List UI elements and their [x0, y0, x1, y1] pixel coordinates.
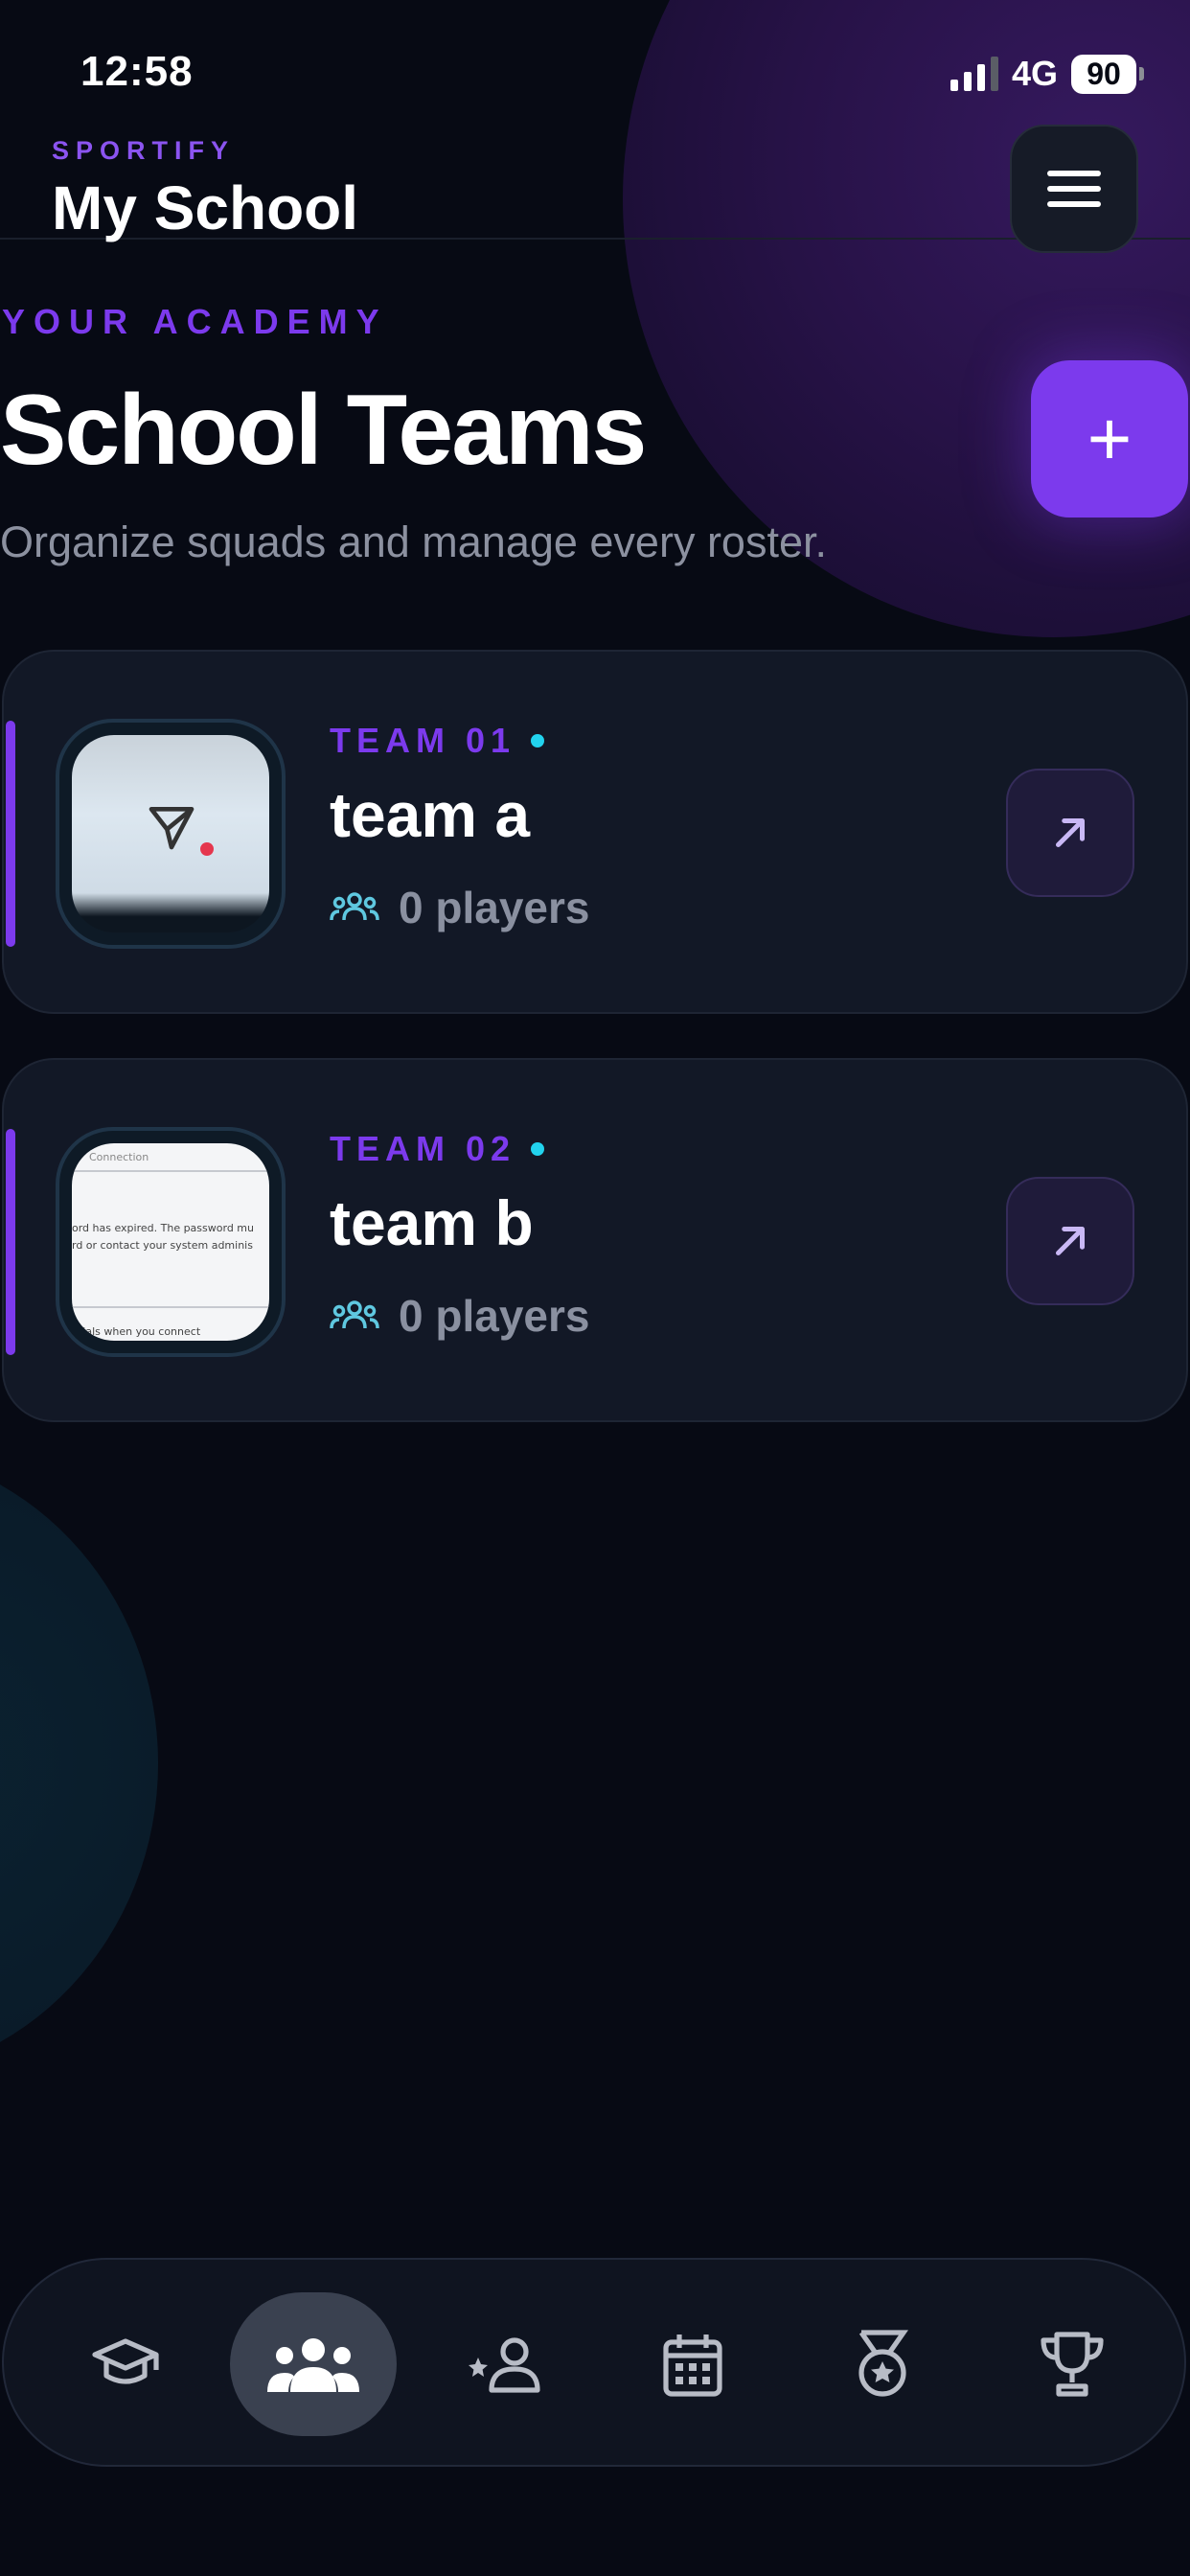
add-team-button[interactable]: +	[1031, 360, 1188, 518]
status-dot	[531, 734, 545, 748]
nav-item-players[interactable]	[433, 2292, 577, 2436]
section-eyebrow: YOUR ACADEMY	[2, 302, 388, 341]
battery-icon: 90	[1071, 54, 1144, 94]
star-person-icon	[469, 2337, 540, 2393]
team-name: team a	[330, 779, 531, 850]
card-accent-bar	[6, 721, 15, 947]
team-players: 0 players	[330, 882, 589, 933]
trophy-icon	[1041, 2332, 1104, 2397]
team-card[interactable]: Connection ord has expired. The password…	[2, 1058, 1188, 1422]
team-thumbnail-image: Connection ord has expired. The password…	[72, 1143, 269, 1341]
network-type: 4G	[1011, 54, 1058, 93]
users-icon	[330, 1300, 379, 1329]
calendar-icon	[663, 2334, 722, 2397]
arrow-up-right-icon	[1056, 818, 1085, 847]
brand-name: SPORTIFY	[52, 136, 236, 165]
signal-icon	[950, 57, 998, 91]
nav-item-academy[interactable]	[54, 2292, 197, 2436]
send-icon	[149, 807, 195, 850]
bottom-navigation	[2, 2258, 1186, 2467]
team-players: 0 players	[330, 1290, 589, 1342]
nav-item-schedule[interactable]	[621, 2292, 765, 2436]
team-thumbnail	[56, 719, 286, 949]
thumbnail-text: ord has expired. The password mu	[72, 1222, 254, 1234]
card-accent-bar	[6, 1129, 15, 1355]
app-title: My School	[52, 173, 359, 242]
thumbnail-text: rd or contact your system adminis	[72, 1239, 253, 1252]
team-number: TEAM 01	[330, 721, 545, 761]
page-title: School Teams	[0, 375, 647, 486]
team-number: TEAM 02	[330, 1129, 545, 1169]
app-header: SPORTIFY My School	[0, 125, 1190, 253]
graduation-cap-icon	[92, 2338, 159, 2384]
hamburger-menu-icon	[1047, 171, 1101, 176]
status-dot	[531, 1142, 545, 1156]
player-count: 0 players	[399, 883, 590, 932]
open-team-button[interactable]	[1006, 769, 1134, 897]
nav-item-teams[interactable]	[230, 2292, 397, 2436]
medal-icon	[858, 2330, 908, 2397]
team-name: team b	[330, 1187, 534, 1258]
arrow-up-right-icon	[1056, 1227, 1085, 1255]
nav-item-achievements[interactable]	[811, 2292, 954, 2436]
screen: 12:58 4G 90 SPORTIFY My School YOUR ACAD…	[0, 0, 1190, 2576]
thumbnail-text: ntials when you connect	[72, 1325, 201, 1338]
team-number-label: TEAM 01	[330, 721, 516, 760]
users-icon	[267, 2338, 359, 2392]
users-icon	[330, 892, 379, 921]
menu-button[interactable]	[1010, 125, 1138, 253]
page-subtitle: Organize squads and manage every roster.	[0, 518, 827, 566]
team-thumbnail-image	[72, 735, 269, 932]
record-dot	[200, 842, 214, 856]
status-time: 12:58	[80, 48, 194, 95]
open-team-button[interactable]	[1006, 1177, 1134, 1305]
team-number-label: TEAM 02	[330, 1129, 516, 1168]
battery-level: 90	[1071, 54, 1136, 94]
player-count: 0 players	[399, 1291, 590, 1341]
background-teal-blob	[0, 1447, 158, 2080]
team-thumbnail: Connection ord has expired. The password…	[56, 1127, 286, 1357]
status-indicators: 4G 90	[950, 54, 1144, 94]
nav-item-trophies[interactable]	[1000, 2292, 1144, 2436]
team-card[interactable]: TEAM 01 team a 0 players	[2, 650, 1188, 1014]
thumbnail-text: Connection	[89, 1151, 149, 1163]
